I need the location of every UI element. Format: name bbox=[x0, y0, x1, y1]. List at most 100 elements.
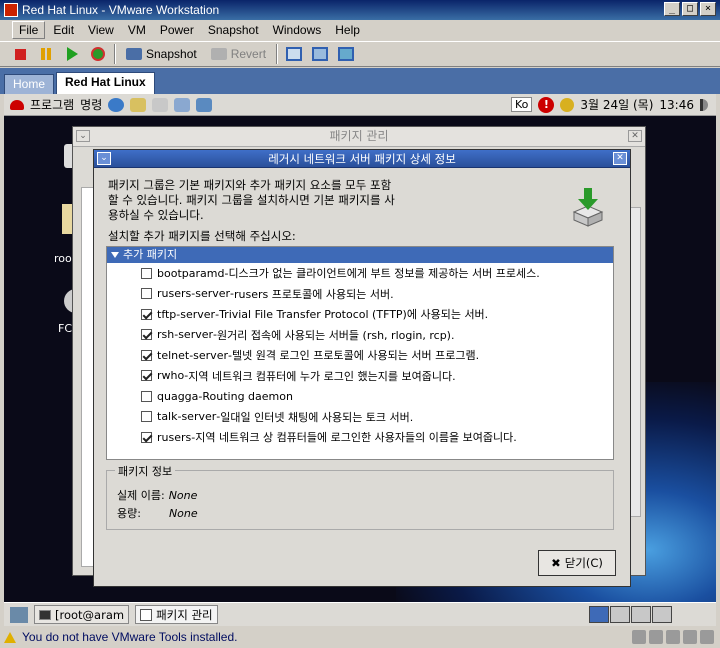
package-name: bootparamd bbox=[157, 266, 225, 280]
toolbar-separator bbox=[114, 44, 116, 64]
window-title: Red Hat Linux - VMware Workstation bbox=[22, 3, 220, 17]
commands-menu[interactable]: 명령 bbox=[80, 96, 102, 113]
package-checkbox[interactable] bbox=[141, 370, 152, 382]
close-icon[interactable]: ✕ bbox=[613, 152, 627, 165]
optional-packages-header[interactable]: 추가 패키지 bbox=[107, 247, 613, 263]
menu-edit[interactable]: Edit bbox=[47, 22, 80, 38]
power-on-button[interactable] bbox=[62, 44, 82, 64]
menu-vm[interactable]: VM bbox=[122, 22, 152, 38]
list-header-label: 추가 패키지 bbox=[123, 248, 178, 261]
size-value: None bbox=[168, 507, 198, 520]
package-row[interactable]: rsh-server - 원거리 접속에 사용되는 서버들 (rsh, rlog… bbox=[107, 325, 613, 346]
package-row[interactable]: tftp-server - Trivial File Transfer Prot… bbox=[107, 304, 613, 325]
tab-red-hat-linux[interactable]: Red Hat Linux bbox=[56, 72, 155, 94]
package-checkbox[interactable] bbox=[141, 411, 152, 423]
taskbar-terminal[interactable]: [root@aram bbox=[34, 605, 130, 624]
package-description: 텔넷 원격 로그인 프로토콜에 사용되는 서버 프로그램. bbox=[231, 349, 480, 363]
cdrom-icon[interactable] bbox=[649, 630, 663, 644]
summary-view-button[interactable] bbox=[336, 44, 356, 64]
gnome-top-panel: 프로그램 명령 Ko ! 3월 24일 (목) 13:46 bbox=[4, 94, 716, 116]
terminal-icon bbox=[39, 609, 51, 620]
package-row[interactable]: rusers - 지역 네트워크 상 컴퓨터들에 로그인한 사용자들의 이름을 … bbox=[107, 427, 613, 448]
power-off-button[interactable] bbox=[10, 44, 30, 64]
package-checkbox[interactable] bbox=[141, 329, 152, 341]
spreadsheet-icon[interactable] bbox=[174, 97, 191, 112]
package-checkbox[interactable] bbox=[141, 431, 152, 443]
snapshot-button[interactable]: Snapshot bbox=[122, 47, 201, 61]
reset-button[interactable] bbox=[88, 44, 108, 64]
keys-icon[interactable] bbox=[560, 97, 575, 112]
snapshot-label: Snapshot bbox=[146, 47, 197, 61]
group-description: 패키지 그룹은 기본 패키지와 추가 패키지 요소를 모두 포함 할 수 있습니… bbox=[108, 178, 395, 222]
sound-icon[interactable] bbox=[700, 630, 714, 644]
tools-warning-text: You do not have VMware Tools installed. bbox=[22, 630, 238, 644]
show-desktop-icon[interactable] bbox=[10, 606, 28, 623]
usb-icon[interactable] bbox=[683, 630, 697, 644]
actual-name-label: 실제 이름: bbox=[117, 489, 165, 502]
vmware-status-bar: You do not have VMware Tools installed. bbox=[0, 626, 720, 648]
vmware-title-bar: Red Hat Linux - VMware Workstation _ □ × bbox=[0, 0, 720, 20]
package-install-icon bbox=[570, 186, 606, 228]
package-row[interactable]: quagga - Routing daemon bbox=[107, 386, 613, 407]
workspace-switcher bbox=[589, 606, 672, 623]
revert-button[interactable]: Revert bbox=[207, 47, 270, 61]
package-description: 원거리 접속에 사용되는 서버들 (rsh, rlogin, rcp). bbox=[217, 328, 455, 342]
tab-home[interactable]: Home bbox=[4, 74, 55, 94]
hard-disk-icon[interactable] bbox=[632, 630, 646, 644]
menu-view[interactable]: View bbox=[82, 22, 120, 38]
programs-menu[interactable]: 프로그램 bbox=[30, 96, 74, 113]
update-alert-icon[interactable]: ! bbox=[538, 96, 555, 113]
full-screen-button[interactable] bbox=[284, 44, 304, 64]
package-row[interactable]: rwho - 지역 네트워크 컴퓨터에 누가 로그인 했는지를 보여줍니다. bbox=[107, 366, 613, 387]
menu-windows[interactable]: Windows bbox=[267, 22, 328, 38]
package-row[interactable]: telnet-server - 텔넷 원격 로그인 프로토콜에 사용되는 서버 … bbox=[107, 345, 613, 366]
vm-tab-bar: Home Red Hat Linux bbox=[0, 68, 720, 94]
package-checkbox[interactable] bbox=[141, 267, 152, 279]
package-checkbox[interactable] bbox=[141, 390, 152, 402]
menu-snapshot[interactable]: Snapshot bbox=[202, 22, 265, 38]
close-button[interactable]: ✖ 닫기(C) bbox=[538, 550, 616, 576]
red-hat-icon bbox=[10, 99, 24, 110]
stop-icon bbox=[14, 48, 26, 60]
fullscreen-icon bbox=[286, 47, 303, 61]
package-row[interactable]: rusers-server - rusers 프로토콜에 사용되는 서버. bbox=[107, 284, 613, 305]
package-description: 디스크가 없는 클라이언트에게 부트 정보를 제공하는 서버 프로세스. bbox=[228, 267, 540, 281]
vmware-app-icon bbox=[4, 3, 18, 17]
package-checkbox[interactable] bbox=[141, 308, 152, 320]
window-menu-icon[interactable]: ⌄ bbox=[97, 152, 111, 165]
dialog-title: 레거시 네트워크 서버 패키지 상세 정보 bbox=[268, 152, 456, 166]
clock[interactable]: 13:46 bbox=[659, 98, 694, 112]
menu-file[interactable]: File bbox=[12, 21, 46, 39]
workspace-2[interactable] bbox=[610, 606, 630, 623]
package-name: talk-server bbox=[157, 410, 217, 424]
toolbar: Snapshot Revert bbox=[0, 41, 720, 67]
workspace-3[interactable] bbox=[631, 606, 651, 623]
minimize-button[interactable]: _ bbox=[664, 2, 680, 16]
close-icon: ✖ bbox=[551, 556, 561, 570]
workspace-1[interactable] bbox=[589, 606, 609, 623]
presentation-icon[interactable] bbox=[196, 97, 213, 112]
input-method-indicator[interactable]: Ko bbox=[510, 97, 533, 112]
menu-power[interactable]: Power bbox=[154, 22, 200, 38]
network-icon[interactable] bbox=[666, 630, 680, 644]
size-label: 용량: bbox=[117, 507, 141, 520]
maximize-button[interactable]: □ bbox=[682, 2, 698, 16]
web-browser-icon[interactable] bbox=[108, 97, 125, 112]
suspend-button[interactable] bbox=[36, 44, 56, 64]
package-checkbox[interactable] bbox=[141, 349, 152, 361]
package-list: 추가 패키지 bootparamd - 디스크가 없는 클라이언트에게 부트 정… bbox=[106, 246, 614, 460]
package-manager-title-bar: ⌄ 패키지 관리 ✕ bbox=[73, 127, 645, 147]
package-row[interactable]: talk-server - 일대일 인터넷 채팅에 사용되는 토크 서버. bbox=[107, 407, 613, 428]
quick-switch-button[interactable] bbox=[310, 44, 330, 64]
taskbar-package-manager[interactable]: 패키지 관리 bbox=[135, 605, 218, 624]
volume-icon[interactable] bbox=[700, 98, 708, 111]
menu-help[interactable]: Help bbox=[329, 22, 366, 38]
email-icon[interactable] bbox=[130, 97, 147, 112]
package-row[interactable]: bootparamd - 디스크가 없는 클라이언트에게 부트 정보를 제공하는… bbox=[107, 263, 613, 284]
workspace-4[interactable] bbox=[652, 606, 672, 623]
package-checkbox[interactable] bbox=[141, 288, 152, 300]
close-button[interactable]: × bbox=[700, 2, 716, 16]
window-menu-icon[interactable]: ⌄ bbox=[76, 130, 90, 142]
text-editor-icon[interactable] bbox=[152, 97, 169, 112]
close-icon[interactable]: ✕ bbox=[628, 130, 642, 142]
